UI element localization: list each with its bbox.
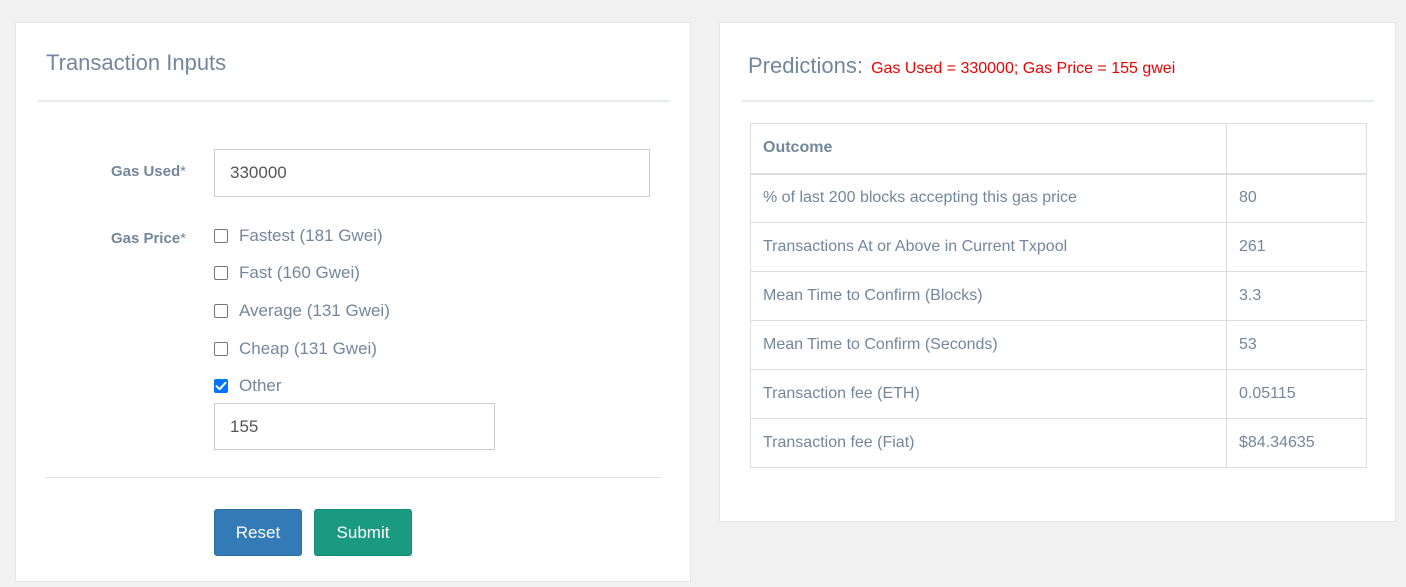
option-fastest-label: Fastest (181 Gwei) — [239, 226, 383, 245]
reset-button[interactable]: Reset — [214, 509, 302, 556]
table-row: Transaction fee (Fiat) $84.34635 — [750, 418, 1367, 468]
table-row: Mean Time to Confirm (Seconds) 53 — [750, 320, 1367, 370]
option-cheap[interactable]: Cheap (131 Gwei) — [214, 338, 377, 360]
row-label: Mean Time to Confirm (Seconds) — [750, 320, 1227, 370]
predictions-subtitle: Gas Used = 330000; Gas Price = 155 gwei — [871, 60, 1176, 77]
table-row: Transactions At or Above in Current Txpo… — [750, 222, 1367, 272]
row-value: 261 — [1226, 222, 1367, 272]
inputs-title-divider — [38, 100, 669, 102]
option-other-label: Other — [239, 376, 282, 395]
row-value: 80 — [1226, 173, 1367, 223]
table-row: Transaction fee (ETH) 0.05115 — [750, 369, 1367, 419]
option-fastest[interactable]: Fastest (181 Gwei) — [214, 225, 383, 247]
form-divider — [45, 477, 661, 478]
row-label: Mean Time to Confirm (Blocks) — [750, 271, 1227, 321]
predictions-title-divider — [742, 100, 1374, 102]
option-average[interactable]: Average (131 Gwei) — [214, 300, 390, 322]
row-value: $84.34635 — [1226, 418, 1367, 468]
checkbox-unchecked-icon[interactable] — [214, 229, 228, 243]
option-fast-label: Fast (160 Gwei) — [239, 263, 360, 282]
gas-used-label: Gas Used* — [110, 163, 186, 180]
checkbox-unchecked-icon[interactable] — [214, 266, 228, 280]
option-fast[interactable]: Fast (160 Gwei) — [214, 262, 360, 284]
other-gas-price-input[interactable] — [214, 403, 495, 450]
checkbox-unchecked-icon[interactable] — [214, 342, 228, 356]
predictions-title: Predictions: — [748, 53, 863, 78]
predictions-table: Outcome % of last 200 blocks accepting t… — [750, 123, 1367, 468]
header-value — [1226, 123, 1367, 175]
gas-price-label: Gas Price* — [110, 230, 186, 247]
option-average-label: Average (131 Gwei) — [239, 301, 390, 320]
checkbox-unchecked-icon[interactable] — [214, 304, 228, 318]
checkbox-checked-icon[interactable] — [214, 379, 228, 393]
table-header-row: Outcome — [750, 123, 1367, 175]
submit-button[interactable]: Submit — [314, 509, 412, 556]
row-label: Transaction fee (Fiat) — [750, 418, 1227, 468]
row-value: 0.05115 — [1226, 369, 1367, 419]
header-outcome: Outcome — [750, 123, 1227, 175]
row-label: Transactions At or Above in Current Txpo… — [750, 222, 1227, 272]
transaction-inputs-panel: Transaction Inputs Gas Used* Gas Price* … — [15, 22, 691, 582]
predictions-panel-title: Predictions: Gas Used = 330000; Gas Pric… — [748, 53, 1175, 79]
row-label: % of last 200 blocks accepting this gas … — [750, 173, 1227, 223]
inputs-panel-title: Transaction Inputs — [46, 50, 227, 75]
row-label: Transaction fee (ETH) — [750, 369, 1227, 419]
option-cheap-label: Cheap (131 Gwei) — [239, 339, 377, 358]
gas-used-input[interactable] — [214, 149, 650, 197]
table-row: Mean Time to Confirm (Blocks) 3.3 — [750, 271, 1367, 321]
predictions-panel: Predictions: Gas Used = 330000; Gas Pric… — [719, 22, 1396, 522]
option-other[interactable]: Other — [214, 375, 282, 397]
row-value: 3.3 — [1226, 271, 1367, 321]
row-value: 53 — [1226, 320, 1367, 370]
table-row: % of last 200 blocks accepting this gas … — [750, 173, 1367, 223]
